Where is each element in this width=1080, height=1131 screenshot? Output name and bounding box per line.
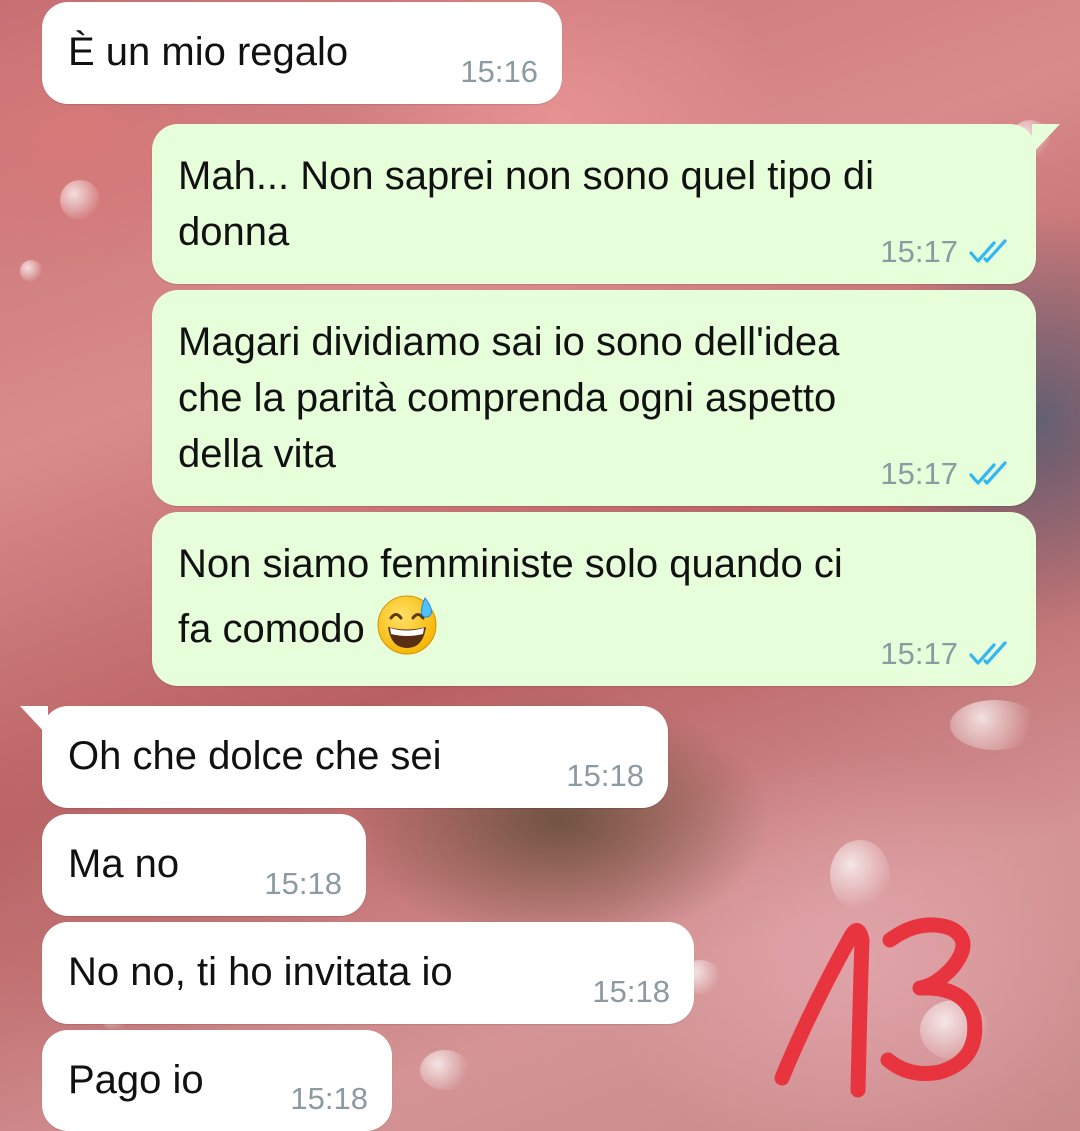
- message-meta: 15:17: [880, 636, 1012, 672]
- grinning-face-with-sweat-emoji: [377, 595, 437, 655]
- incoming-message[interactable]: No no, ti ho invitata io 15:18: [42, 922, 694, 1024]
- incoming-message[interactable]: Ma no 15:18: [42, 814, 366, 916]
- outgoing-message[interactable]: Non siamo femministe solo quando ci fa c…: [152, 512, 1036, 686]
- bubble-tail: [20, 706, 48, 736]
- incoming-message[interactable]: Oh che dolce che sei 15:18: [20, 706, 668, 808]
- message-time: 15:17: [880, 636, 958, 671]
- message-text-content: Non siamo femministe solo quando ci fa c…: [178, 542, 843, 651]
- handwritten-page-number: [774, 917, 983, 1098]
- message-time: 15:18: [566, 758, 644, 793]
- message-meta: 15:17: [880, 456, 1012, 492]
- message-time: 15:17: [880, 456, 958, 491]
- double-check-icon: [969, 641, 1007, 665]
- message-time: 15:18: [592, 974, 670, 1009]
- message-meta: 15:17: [880, 234, 1012, 270]
- outgoing-message[interactable]: Magari dividiamo sai io sono dell'idea c…: [152, 290, 1036, 506]
- message-time: 15:16: [460, 54, 538, 89]
- incoming-message[interactable]: È un mio regalo 15:16: [42, 2, 562, 104]
- message-meta: 15:18: [290, 1081, 368, 1117]
- double-check-icon: [969, 461, 1007, 485]
- message-time: 15:18: [290, 1081, 368, 1116]
- bubble-tail: [1032, 124, 1060, 154]
- message-meta: 15:16: [460, 54, 538, 90]
- message-meta: 15:18: [264, 866, 342, 902]
- message-time: 15:18: [264, 866, 342, 901]
- double-check-icon: [969, 239, 1007, 263]
- incoming-message[interactable]: Pago io 15:18: [42, 1030, 392, 1131]
- outgoing-message[interactable]: Mah... Non saprei non sono quel tipo di …: [152, 124, 1060, 284]
- message-meta: 15:18: [566, 758, 644, 794]
- message-time: 15:17: [880, 234, 958, 269]
- message-meta: 15:18: [592, 974, 670, 1010]
